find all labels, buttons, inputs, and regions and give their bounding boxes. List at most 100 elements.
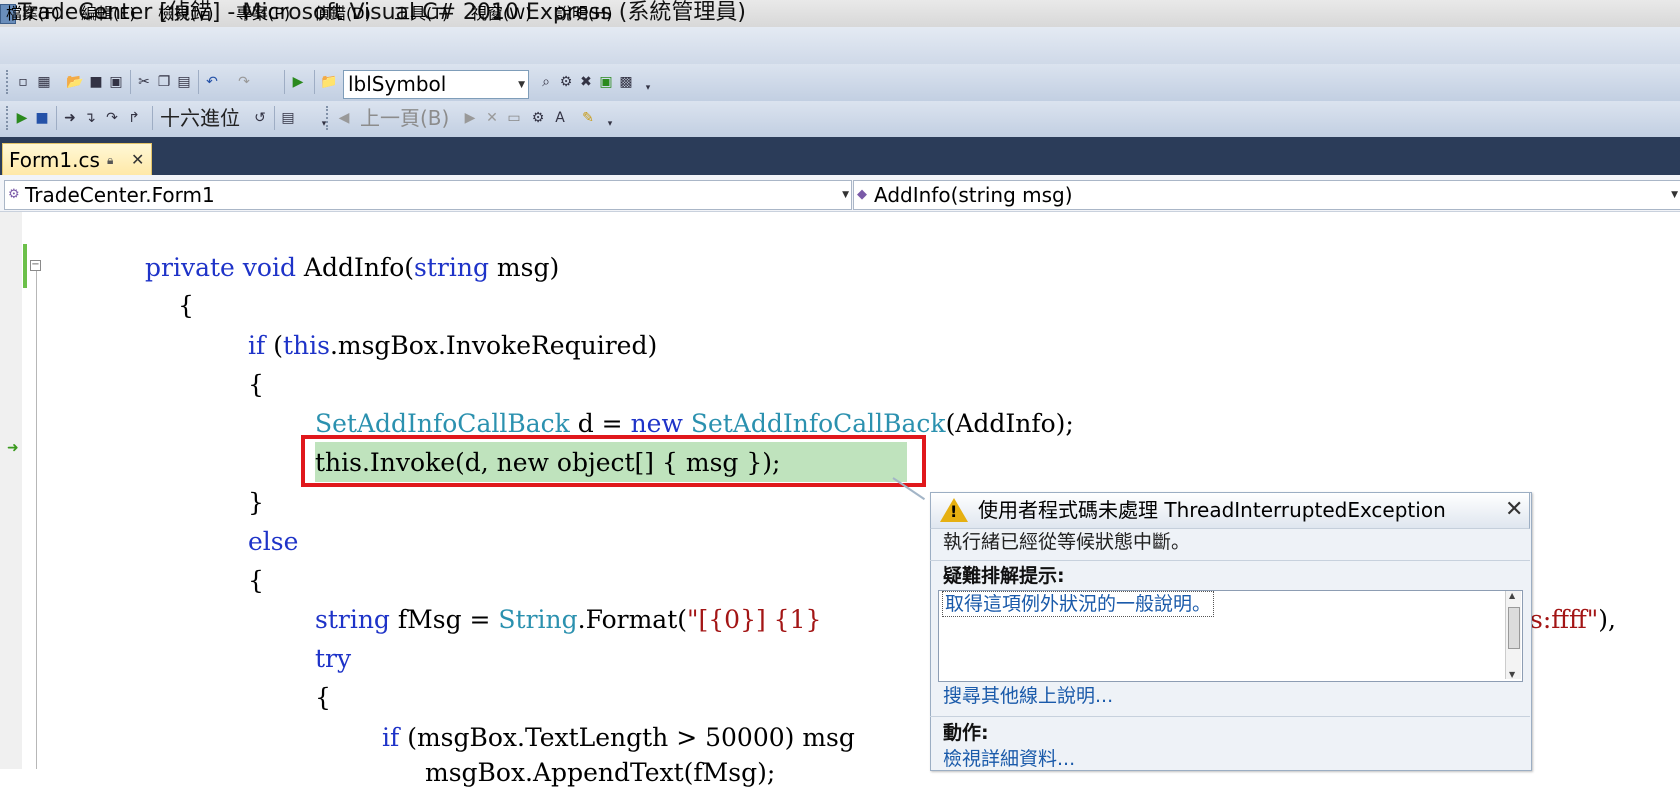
code-line: string fMsg = String.Format("[{0}] {1} [315, 605, 822, 634]
toolbar-overflow-icon[interactable]: ▾ [602, 116, 618, 132]
save-all-icon[interactable]: ▣ [108, 74, 124, 90]
warning-icon-mark: ! [950, 502, 958, 521]
toolbar-grip[interactable] [326, 106, 331, 130]
find-icon[interactable]: ⌕ [538, 74, 554, 90]
toolbar-separator [152, 106, 153, 130]
start-page-icon[interactable]: ▣ [598, 74, 614, 90]
start-debugging-icon[interactable]: ▶ [290, 74, 306, 90]
toolbar-grip[interactable] [6, 106, 11, 130]
code-line: try [315, 644, 352, 673]
find-in-files-icon[interactable]: 📁 [320, 74, 337, 90]
step-over-icon[interactable]: ↷ [104, 110, 120, 126]
scroll-up-icon[interactable]: ▲ [1509, 591, 1515, 600]
current-statement-arrow-icon: ➜ [7, 440, 19, 456]
document-icon[interactable]: ▭ [506, 110, 522, 126]
code-line: { [248, 370, 264, 399]
toolbar-grip[interactable] [6, 70, 11, 94]
hexadecimal-toggle[interactable]: 十六進位 [160, 105, 240, 131]
undo-icon[interactable]: ↶ [204, 74, 220, 90]
exception-message: 執行緒已經從等候狀態中斷。 [943, 531, 1191, 553]
clear-icon[interactable]: ✕ [484, 110, 500, 126]
tips-scrollbar[interactable]: ▲ ▼ [1505, 591, 1521, 679]
code-line: private void AddInfo(string msg) [145, 253, 560, 282]
toolbar-overflow-icon[interactable]: ▾ [640, 80, 656, 96]
close-icon[interactable]: ✕ [131, 146, 144, 174]
tab-label: Form1.cs [9, 148, 100, 172]
document-tab-strip [0, 137, 1680, 175]
navigate-back-button[interactable]: 上一頁(B) [360, 105, 449, 131]
member-dropdown-value: AddInfo(string msg) [874, 183, 1073, 207]
paste-icon[interactable]: ▤ [176, 74, 192, 90]
help-icon[interactable]: ✎ [580, 110, 596, 126]
close-icon[interactable]: ✕ [1505, 496, 1523, 523]
output-window-icon[interactable]: ▤ [280, 110, 296, 126]
scroll-down-icon[interactable]: ▼ [1509, 670, 1515, 679]
add-item-icon[interactable]: ▦ [36, 74, 52, 90]
member-dropdown[interactable]: ◆ AddInfo(string msg) ▼ [853, 180, 1680, 210]
view-detail-link[interactable]: 檢視詳細資料... [943, 746, 1075, 772]
code-line: if (this.msgBox.InvokeRequired) [248, 331, 658, 360]
chevron-down-icon[interactable]: ▼ [842, 181, 849, 209]
general-info-link[interactable]: 取得這項例外狀況的一般說明。 [942, 591, 1215, 617]
menu-view[interactable]: 檢視(V) [158, 0, 213, 24]
breakpoints-icon[interactable]: ↺ [252, 110, 268, 126]
code-line: } [248, 488, 264, 517]
code-line: { [178, 291, 194, 320]
show-next-statement-icon[interactable]: ➜ [62, 110, 78, 126]
navigate-back-icon[interactable]: ◀ [336, 110, 352, 126]
tab-form1-cs[interactable]: Form1.cs 🔒︎ ✕ [2, 143, 152, 176]
collapse-icon[interactable]: − [30, 260, 41, 271]
class-dropdown-value: TradeCenter.Form1 [25, 183, 215, 207]
menu-file[interactable]: 檔案(F) [6, 0, 60, 24]
chevron-down-icon[interactable]: ▼ [1671, 181, 1678, 209]
menu-debug[interactable]: 偵錯(D) [314, 0, 371, 24]
menu-project[interactable]: 專案(P) [236, 0, 290, 24]
toolbar-separator [314, 70, 315, 94]
navigate-forward-icon[interactable]: ▶ [462, 110, 478, 126]
chevron-down-icon[interactable]: ▼ [518, 72, 525, 98]
toolbox-icon[interactable]: ✖ [578, 74, 594, 90]
toolbar-separator [130, 70, 131, 94]
find-combo[interactable]: lblSymbol ▼ [343, 70, 529, 99]
outlining-line [36, 262, 37, 769]
divider [930, 560, 1530, 561]
toolbar-separator [284, 70, 285, 94]
annotation-red-box [301, 435, 926, 487]
redo-icon[interactable]: ↷ [236, 74, 252, 90]
indicator-margin[interactable] [0, 212, 22, 769]
step-out-icon[interactable]: ↱ [126, 110, 142, 126]
step-into-icon[interactable]: ↴ [82, 110, 98, 126]
divider [930, 716, 1530, 717]
code-line-tail: s:ffff"), [1530, 605, 1616, 634]
scroll-thumb[interactable] [1508, 607, 1520, 649]
menu-window[interactable]: 視窗(W) [471, 0, 531, 24]
menu-edit[interactable]: 編輯(E) [81, 0, 136, 24]
class-icon: ⚙ [8, 187, 20, 202]
actions-header: 動作: [943, 722, 989, 744]
code-line: else [248, 527, 299, 556]
find-combo-value: lblSymbol [348, 72, 447, 96]
menu-tools[interactable]: 工具(T) [394, 0, 448, 24]
properties-icon[interactable]: ⚙ [558, 74, 574, 90]
code-line: { [315, 683, 331, 712]
settings-icon[interactable]: ⚙ [530, 110, 546, 126]
standard-toolbar [0, 64, 1680, 102]
extension-manager-icon[interactable]: ▩ [618, 74, 634, 90]
menu-help[interactable]: 說明(H) [556, 0, 613, 24]
change-indicator [23, 244, 27, 288]
menu-bar [0, 27, 1680, 64]
troubleshooting-tips-header: 疑難排解提示: [943, 565, 1065, 587]
font-size-icon[interactable]: A [552, 110, 568, 126]
code-line: { [248, 566, 264, 595]
copy-icon[interactable]: ❐ [156, 74, 172, 90]
save-icon[interactable]: ■ [88, 74, 104, 90]
open-file-icon[interactable]: 📂 [66, 74, 83, 90]
cut-icon[interactable]: ✂ [136, 74, 152, 90]
continue-icon[interactable]: ▶ [14, 110, 30, 126]
class-dropdown[interactable]: ⚙ TradeCenter.Form1 ▼ [4, 180, 852, 210]
stop-debugging-icon[interactable]: ■ [34, 110, 50, 126]
new-project-icon[interactable]: ▫ [15, 74, 31, 90]
search-online-help-link[interactable]: 搜尋其他線上說明... [943, 683, 1113, 709]
lock-icon: 🔒︎ [107, 153, 114, 167]
toolbar-separator [274, 106, 275, 130]
